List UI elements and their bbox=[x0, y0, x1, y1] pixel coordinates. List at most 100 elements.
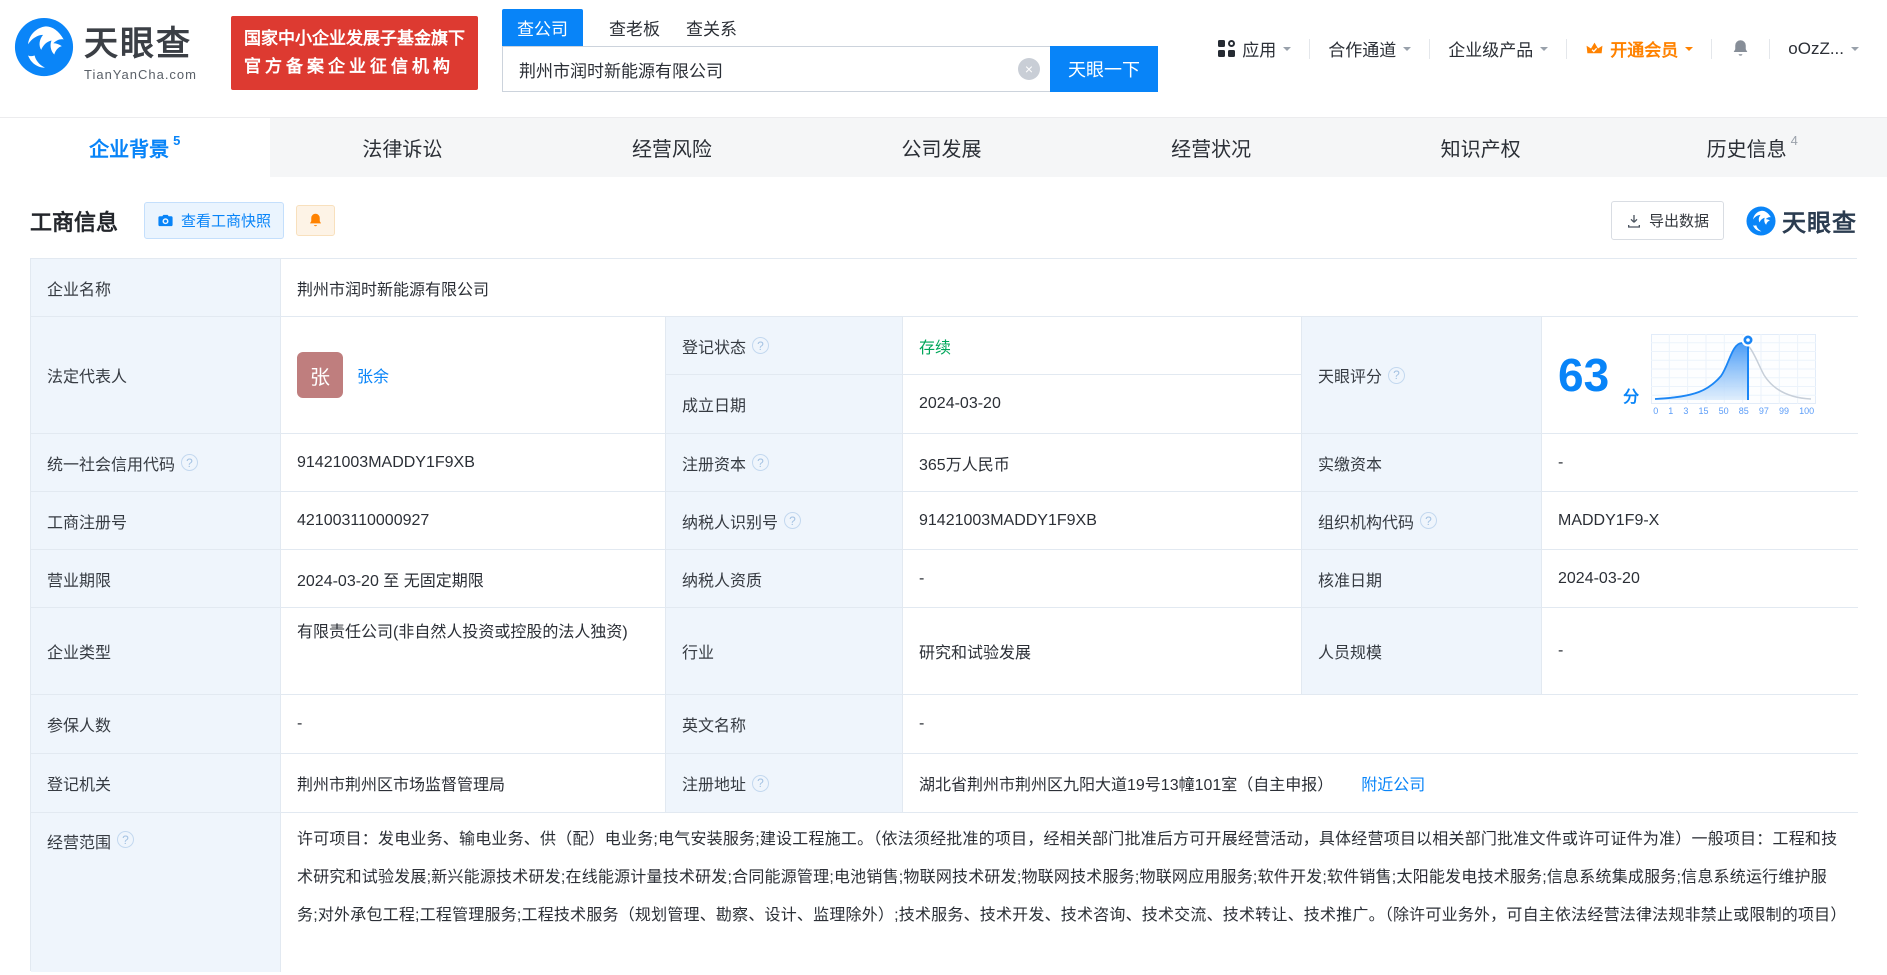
legal-rep-link[interactable]: 张余 bbox=[357, 363, 389, 387]
field-value-company-name: 荆州市润时新能源有限公司 bbox=[281, 259, 1858, 317]
help-icon[interactable]: ? bbox=[752, 337, 770, 354]
field-value-insured-count: - bbox=[281, 695, 666, 754]
score-axis-ticks: 0 1 3 15 50 85 97 99 100 bbox=[1653, 406, 1815, 416]
gov-certification-badge: 国家中小企业发展子基金旗下 官方备案企业征信机构 bbox=[231, 16, 478, 91]
field-label-org-code: 组织机构代码? bbox=[1302, 492, 1542, 550]
business-info-table: 企业名称 荆州市润时新能源有限公司 法定代表人 张 张余 登记状态? 存续 成立… bbox=[30, 258, 1858, 972]
tab-operation-status[interactable]: 经营状况 bbox=[1078, 118, 1348, 177]
field-value-taxpayer-quality: - bbox=[903, 550, 1302, 608]
help-icon[interactable]: ? bbox=[784, 512, 802, 529]
field-value-paid-capital: - bbox=[1542, 434, 1858, 492]
score-unit: 分 bbox=[1623, 389, 1640, 406]
search-area: 查公司 查老板 查关系 × 天眼一下 bbox=[502, 9, 1158, 92]
field-value-reg-number: 421003110000927 bbox=[281, 492, 666, 550]
nav-apps-label: 应用 bbox=[1242, 41, 1277, 60]
tab-history-info[interactable]: 历史信息 4 bbox=[1617, 118, 1887, 177]
tianyan-score: 63 分 0 1 3 15 50 85 97 99 100 bbox=[1542, 317, 1858, 434]
user-menu[interactable]: oOzZ... bbox=[1788, 39, 1859, 59]
export-data-button[interactable]: 导出数据 bbox=[1610, 201, 1724, 240]
nav-enterprise-label: 企业级产品 bbox=[1448, 41, 1534, 60]
field-value-registered-capital: 365万人民币 bbox=[903, 434, 1302, 492]
camera-icon bbox=[158, 214, 173, 227]
tab-operation-risk[interactable]: 经营风险 bbox=[539, 118, 809, 177]
tab-legal-litigation[interactable]: 法律诉讼 bbox=[270, 118, 540, 177]
score-value: 63 bbox=[1558, 349, 1610, 401]
tianyancha-logo-icon bbox=[14, 17, 74, 82]
nav-partner[interactable]: 合作通道 bbox=[1328, 36, 1412, 61]
monitor-bell-button[interactable] bbox=[296, 205, 336, 236]
notifications-bell[interactable] bbox=[1730, 38, 1751, 59]
field-label-reg-number: 工商注册号 bbox=[31, 492, 281, 550]
search-type-tabs: 查公司 查老板 查关系 bbox=[502, 9, 1158, 46]
badge-line1: 国家中小企业发展子基金旗下 bbox=[244, 29, 465, 48]
export-label: 导出数据 bbox=[1648, 213, 1709, 230]
help-icon[interactable]: ? bbox=[1388, 366, 1406, 384]
search-button[interactable]: 天眼一下 bbox=[1050, 46, 1158, 92]
field-value-business-term: 2024-03-20 至 无固定期限 bbox=[281, 550, 666, 608]
divider bbox=[1566, 38, 1568, 59]
help-icon[interactable]: ? bbox=[117, 831, 135, 848]
tianyancha-logo[interactable]: 天眼查 TianYanCha.com bbox=[14, 16, 197, 82]
snapshot-label: 查看工商快照 bbox=[181, 213, 272, 230]
help-icon[interactable]: ? bbox=[752, 774, 770, 792]
avatar[interactable]: 张 bbox=[297, 352, 343, 398]
search-tab-boss[interactable]: 查老板 bbox=[609, 9, 660, 46]
business-info-header: 工商信息 查看工商快照 导出数据 天眼查 bbox=[0, 177, 1887, 256]
field-value-industry: 研究和试验发展 bbox=[903, 608, 1302, 695]
tab-label: 经营风险 bbox=[631, 139, 712, 161]
field-value-credit-code: 91421003MADDY1F9XB bbox=[281, 434, 666, 492]
clear-search-icon[interactable]: × bbox=[1018, 58, 1040, 80]
field-value-org-code: MADDY1F9-X bbox=[1542, 492, 1858, 550]
tab-company-development[interactable]: 公司发展 bbox=[809, 118, 1079, 177]
section-title: 工商信息 bbox=[30, 209, 119, 235]
nav-partner-label: 合作通道 bbox=[1328, 41, 1397, 60]
divider bbox=[1309, 38, 1311, 59]
score-distribution-chart: 0 1 3 15 50 85 97 99 100 bbox=[1651, 333, 1817, 416]
chevron-down-icon bbox=[1851, 47, 1859, 55]
field-label-taxpayer-id: 纳税人识别号? bbox=[666, 492, 903, 550]
help-icon[interactable]: ? bbox=[752, 454, 770, 471]
field-label-credit-code: 统一社会信用代码? bbox=[31, 434, 281, 492]
field-value-taxpayer-id: 91421003MADDY1F9XB bbox=[903, 492, 1302, 550]
nearby-companies-link[interactable]: 附近公司 bbox=[1361, 771, 1425, 795]
divider bbox=[1711, 38, 1713, 59]
field-label-insured-count: 参保人数 bbox=[31, 695, 281, 754]
chevron-down-icon bbox=[1283, 47, 1292, 55]
field-label-business-term: 营业期限 bbox=[31, 550, 281, 608]
field-label-reg-status: 登记状态? bbox=[666, 317, 903, 375]
tab-count: 4 bbox=[1790, 133, 1798, 148]
field-label-company-name: 企业名称 bbox=[31, 259, 281, 317]
help-icon[interactable]: ? bbox=[1420, 512, 1438, 529]
chevron-down-icon bbox=[1540, 47, 1549, 55]
tab-intellectual-property[interactable]: 知识产权 bbox=[1348, 118, 1618, 177]
nav-vip-membership[interactable]: 开通会员 bbox=[1585, 36, 1694, 61]
field-value-staff-size: - bbox=[1542, 608, 1858, 695]
divider bbox=[1769, 38, 1771, 59]
field-label-staff-size: 人员规模 bbox=[1302, 608, 1542, 695]
view-snapshot-button[interactable]: 查看工商快照 bbox=[144, 202, 285, 239]
field-label-registered-capital: 注册资本? bbox=[666, 434, 903, 492]
nav-enterprise-products[interactable]: 企业级产品 bbox=[1448, 36, 1549, 61]
search-tab-company[interactable]: 查公司 bbox=[502, 9, 583, 46]
status-badge: 存续 bbox=[919, 339, 952, 357]
search-tab-relation[interactable]: 查关系 bbox=[686, 9, 737, 46]
field-label-score: 天眼评分? bbox=[1302, 317, 1542, 434]
field-label-company-type: 企业类型 bbox=[31, 608, 281, 695]
tab-company-background[interactable]: 企业背景 5 bbox=[0, 118, 270, 177]
company-tabbar: 企业背景 5 法律诉讼 经营风险 公司发展 经营状况 知识产权 历史信息 4 bbox=[0, 117, 1887, 177]
field-label-paid-capital: 实缴资本 bbox=[1302, 434, 1542, 492]
help-icon[interactable]: ? bbox=[181, 454, 199, 471]
nav-apps[interactable]: 应用 bbox=[1218, 36, 1292, 61]
field-value-reg-status: 存续 bbox=[903, 317, 1302, 375]
tab-label: 企业背景 bbox=[89, 139, 170, 161]
bell-icon bbox=[1733, 40, 1748, 56]
field-label-taxpayer-quality: 纳税人资质 bbox=[666, 550, 903, 608]
field-value-registry-authority: 荆州市荆州区市场监督管理局 bbox=[281, 754, 666, 813]
search-input[interactable] bbox=[519, 59, 1018, 79]
search-box: × bbox=[502, 46, 1050, 92]
tab-label: 知识产权 bbox=[1440, 139, 1521, 161]
tab-label: 公司发展 bbox=[901, 139, 982, 161]
field-value-business-scope: 许可项目：发电业务、输电业务、供（配）电业务;电气安装服务;建设工程施工。（依法… bbox=[281, 813, 1858, 972]
tianyancha-watermark-icon bbox=[1746, 205, 1776, 236]
page-header: 天眼查 TianYanCha.com 国家中小企业发展子基金旗下 官方备案企业征… bbox=[0, 0, 1887, 117]
